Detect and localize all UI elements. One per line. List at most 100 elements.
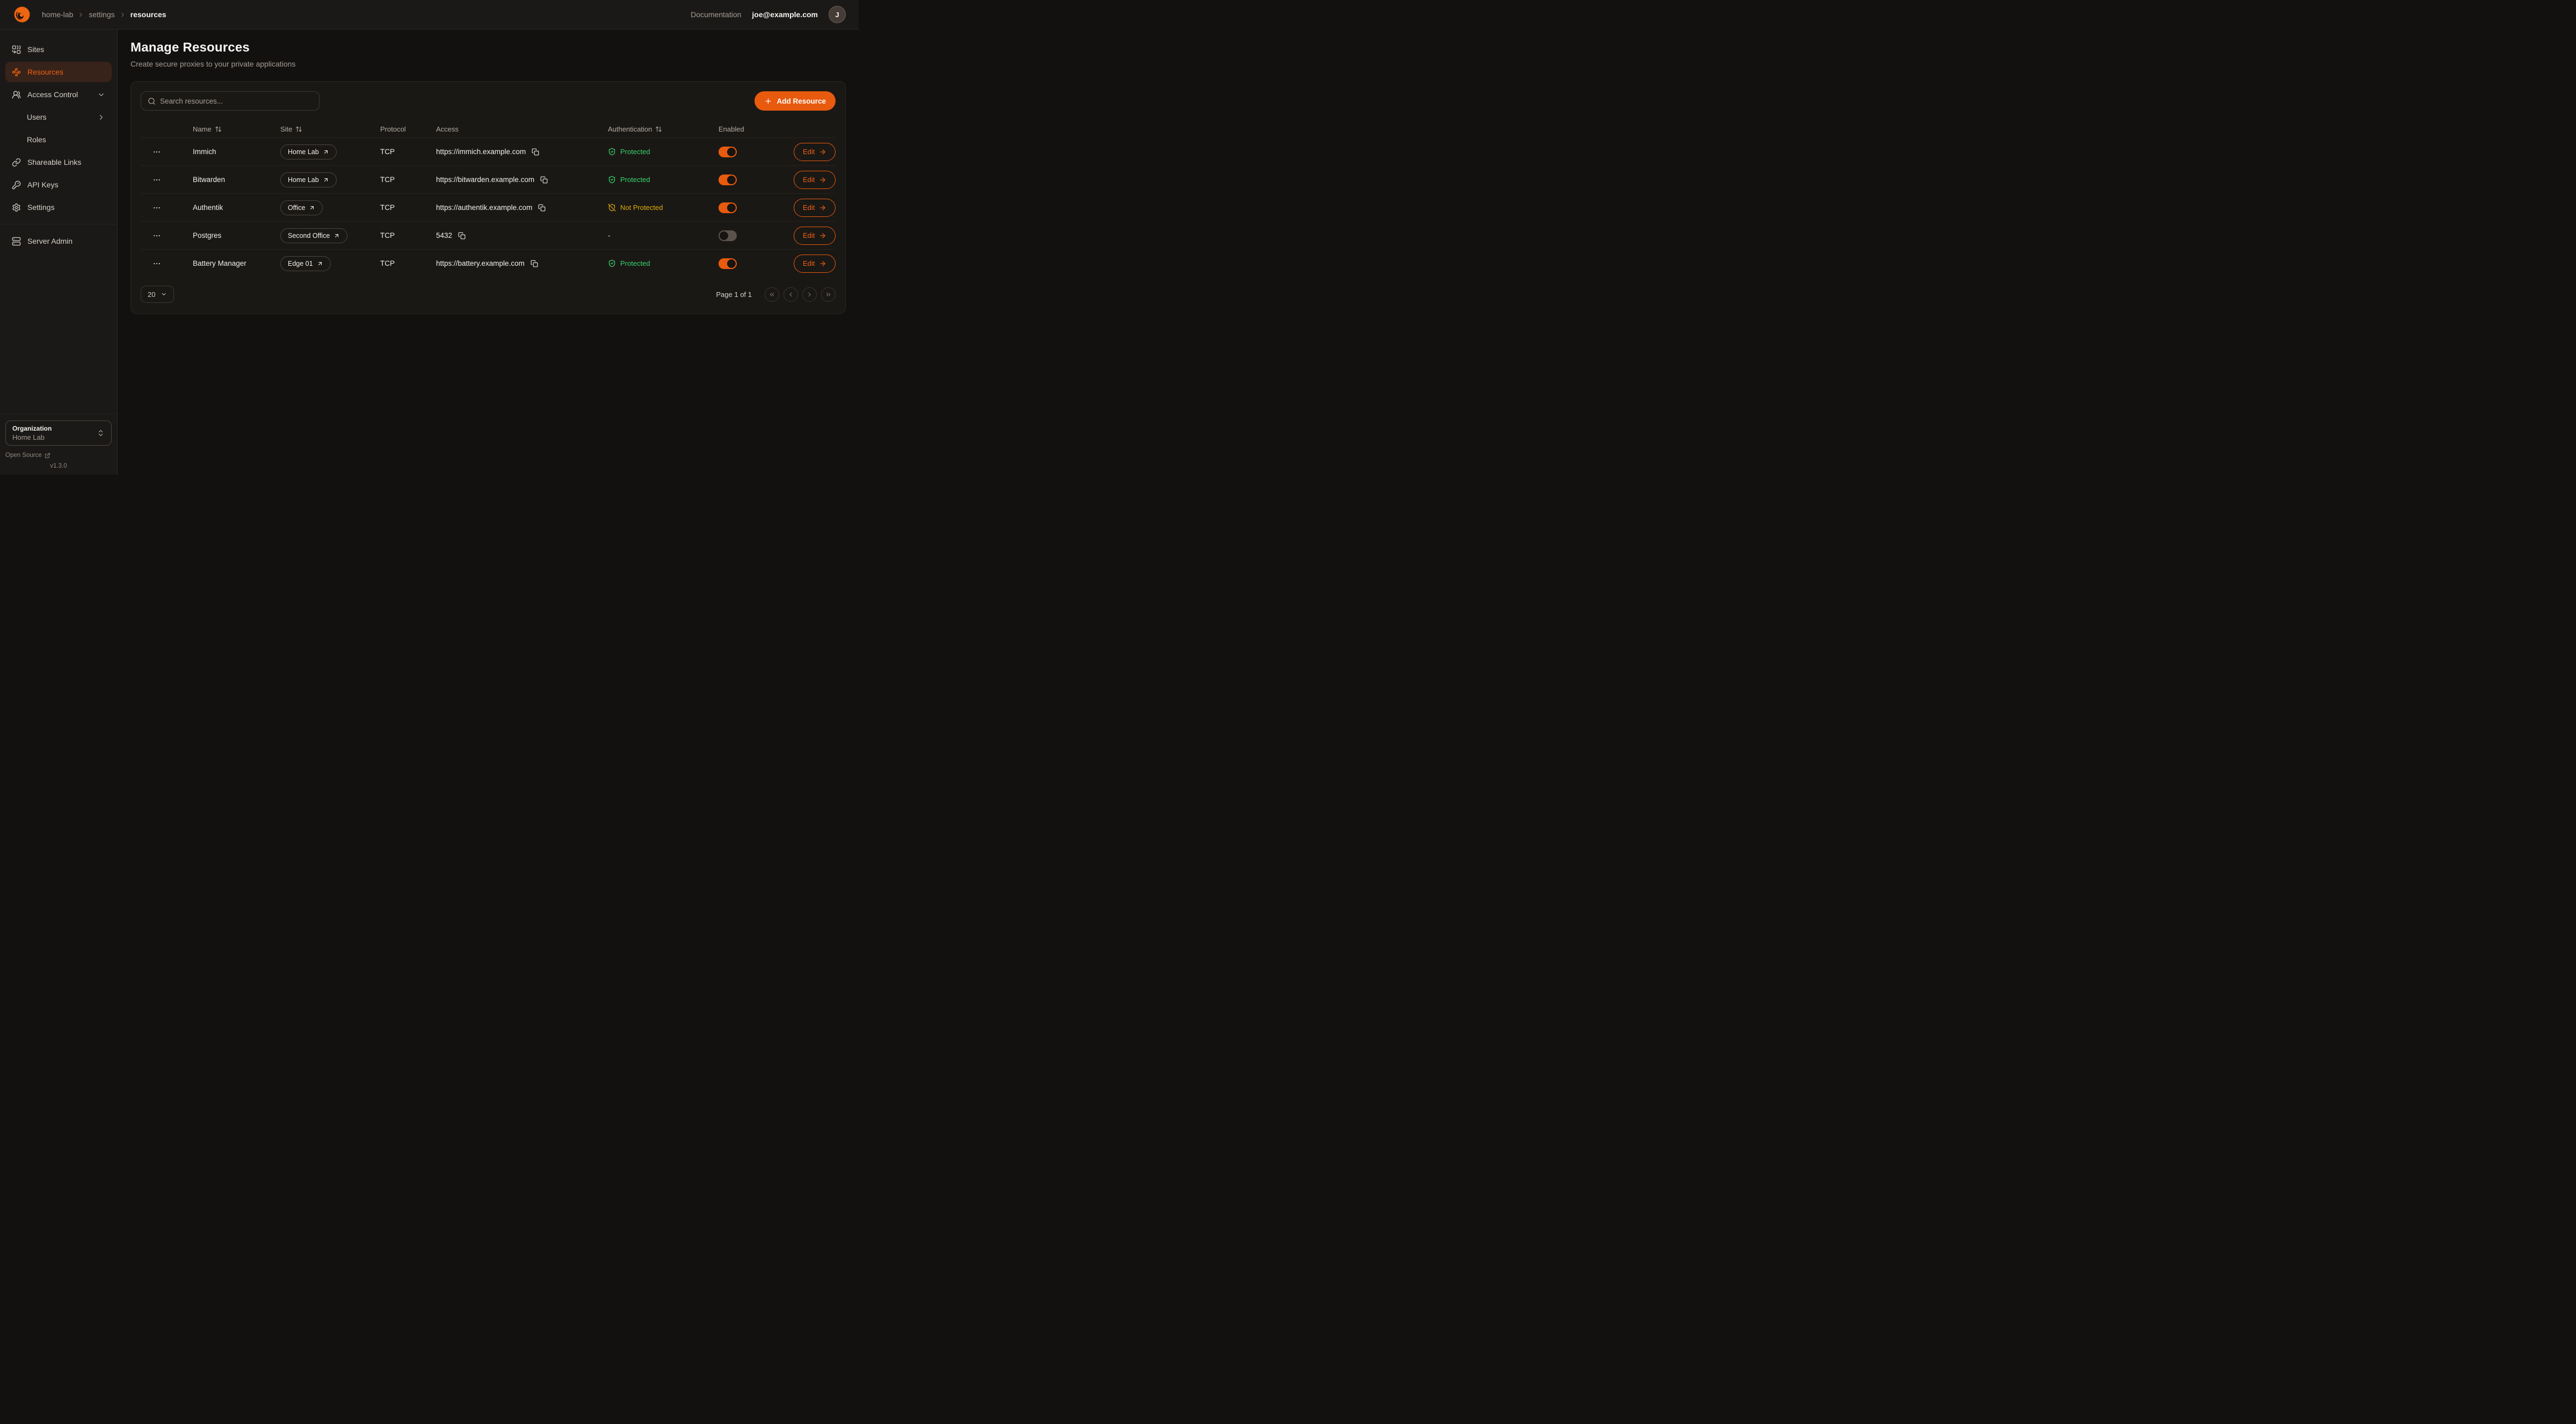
toggle-knob (727, 148, 736, 156)
column-header-authentication[interactable]: Authentication (608, 125, 719, 133)
documentation-link[interactable]: Documentation (691, 10, 741, 19)
search-icon (148, 97, 156, 105)
add-resource-label: Add Resource (777, 97, 826, 105)
app-logo[interactable] (13, 5, 31, 24)
organization-selector[interactable]: Organization Home Lab (5, 420, 112, 446)
column-header-site[interactable]: Site (280, 125, 380, 133)
sidebar-item-resources[interactable]: Resources (5, 62, 112, 82)
table-row: ImmichHome LabTCPhttps://immich.example.… (141, 137, 836, 165)
arrow-up-right-icon (323, 149, 329, 155)
copy-icon (531, 260, 538, 267)
edit-button[interactable]: Edit (794, 199, 836, 217)
sidebar-item-server-admin[interactable]: Server Admin (5, 231, 112, 251)
add-resource-button[interactable]: Add Resource (754, 91, 836, 111)
sidebar-item-label: Sites (27, 45, 44, 54)
page-size-select[interactable]: 20 (141, 286, 174, 303)
edit-button[interactable]: Edit (794, 143, 836, 161)
shield-check-icon (608, 148, 616, 156)
sidebar-item-shareable-links[interactable]: Shareable Links (5, 152, 112, 172)
auth-status: Not Protected (608, 204, 663, 212)
enabled-toggle[interactable] (719, 147, 737, 157)
row-menu-button[interactable] (150, 201, 163, 214)
edit-button-label: Edit (803, 204, 815, 212)
table-row: BitwardenHome LabTCPhttps://bitwarden.ex… (141, 165, 836, 193)
resource-name: Authentik (193, 204, 223, 212)
toggle-knob (727, 176, 736, 184)
shield-check-icon (608, 176, 616, 184)
link-icon (12, 158, 21, 167)
copy-access-button[interactable] (457, 231, 467, 241)
resource-name: Postgres (193, 231, 221, 239)
chevron-right-icon (77, 11, 84, 18)
auth-status: Protected (608, 148, 650, 156)
sidebar-item-access-control[interactable]: Access Control (5, 84, 112, 105)
last-page-button[interactable] (821, 287, 836, 302)
shield-off-icon (608, 204, 616, 212)
arrow-right-icon (819, 204, 826, 212)
copy-access-button[interactable] (531, 147, 540, 157)
sidebar-item-roles[interactable]: Roles (5, 129, 112, 150)
table-row: Battery ManagerEdge 01TCPhttps://battery… (141, 249, 836, 277)
site-link[interactable]: Second Office (280, 228, 347, 243)
enabled-toggle[interactable] (719, 230, 737, 241)
resource-protocol: TCP (380, 204, 395, 212)
sidebar-item-settings[interactable]: Settings (5, 197, 112, 217)
column-header-access: Access (436, 125, 608, 133)
copy-access-button[interactable] (529, 259, 539, 268)
sidebar: Sites Resources Access Control Users (0, 30, 118, 475)
ellipsis-icon (153, 259, 161, 268)
chevrons-up-down-icon (97, 429, 105, 437)
site-name: Home Lab (288, 176, 319, 184)
user-email[interactable]: joe@example.com (752, 10, 818, 19)
chevrons-right-icon (825, 291, 832, 298)
row-menu-button[interactable] (150, 173, 163, 186)
arrow-right-icon (819, 232, 826, 239)
external-link-icon (45, 453, 50, 459)
edit-button[interactable]: Edit (794, 171, 836, 189)
sidebar-item-users[interactable]: Users (5, 107, 112, 127)
first-page-button[interactable] (765, 287, 779, 302)
breadcrumb-org[interactable]: home-lab (42, 10, 73, 19)
resource-name: Bitwarden (193, 176, 225, 184)
row-menu-button[interactable] (150, 257, 163, 270)
edit-button[interactable]: Edit (794, 255, 836, 273)
avatar[interactable]: J (829, 6, 846, 23)
site-link[interactable]: Home Lab (280, 172, 337, 187)
enabled-toggle[interactable] (719, 202, 737, 213)
site-name: Office (288, 204, 305, 212)
previous-page-button[interactable] (783, 287, 798, 302)
site-link[interactable]: Home Lab (280, 144, 337, 159)
table-header: Name Site Protocol Access (141, 120, 836, 137)
auth-status-label: Protected (620, 148, 650, 156)
sidebar-item-label: Settings (27, 203, 55, 212)
edit-button-label: Edit (803, 148, 815, 156)
next-page-button[interactable] (802, 287, 817, 302)
breadcrumb-settings[interactable]: settings (89, 10, 114, 19)
key-icon (12, 180, 21, 190)
site-link[interactable]: Office (280, 200, 323, 215)
edit-button-label: Edit (803, 176, 815, 184)
copy-access-button[interactable] (539, 175, 549, 185)
edit-button[interactable]: Edit (794, 227, 836, 245)
resource-name: Battery Manager (193, 259, 246, 267)
sidebar-item-api-keys[interactable]: API Keys (5, 175, 112, 195)
row-menu-button[interactable] (150, 229, 163, 242)
chevron-down-icon (97, 91, 105, 99)
resource-access: 5432 (436, 231, 452, 239)
copy-access-button[interactable] (537, 203, 547, 213)
column-header-name[interactable]: Name (193, 125, 280, 133)
chevron-right-icon (806, 291, 813, 298)
sidebar-item-sites[interactable]: Sites (5, 39, 112, 60)
site-link[interactable]: Edge 01 (280, 256, 331, 271)
gear-icon (12, 203, 21, 212)
enabled-toggle[interactable] (719, 175, 737, 185)
search-input[interactable] (160, 97, 313, 105)
open-source-label: Open Source (5, 452, 42, 459)
row-menu-button[interactable] (150, 146, 163, 158)
arrow-right-icon (819, 260, 826, 267)
arrow-right-icon (819, 176, 826, 184)
server-icon (12, 237, 21, 246)
auth-status-label: Protected (620, 176, 650, 184)
open-source-link[interactable]: Open Source (5, 452, 112, 459)
enabled-toggle[interactable] (719, 258, 737, 269)
